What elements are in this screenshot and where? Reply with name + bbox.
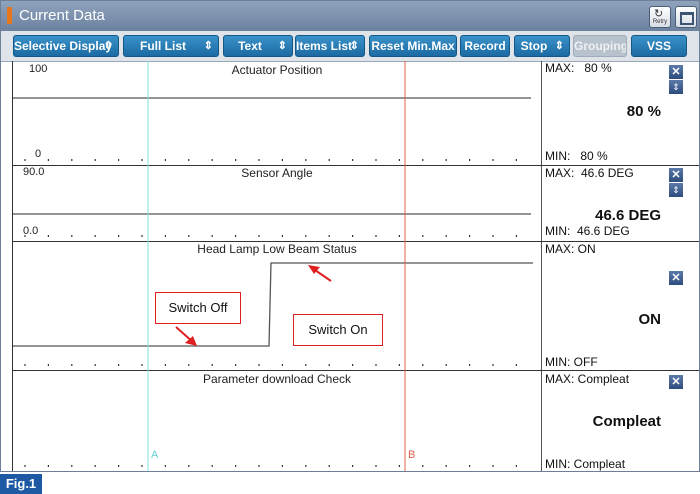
trend-graph bbox=[13, 61, 533, 471]
current-data-window: Current Data ↻ Retry Selective Display ⇕ F… bbox=[0, 0, 700, 472]
tick-marks bbox=[24, 159, 518, 467]
cursor-b-label: B bbox=[408, 449, 416, 461]
switch-off-callout: Switch Off bbox=[155, 292, 241, 324]
head-lamp-status-trace bbox=[13, 262, 533, 347]
switch-on-callout: Switch On bbox=[293, 314, 383, 346]
cursor-a-label: A bbox=[151, 449, 159, 461]
figure-label: Fig.1 bbox=[0, 474, 42, 494]
